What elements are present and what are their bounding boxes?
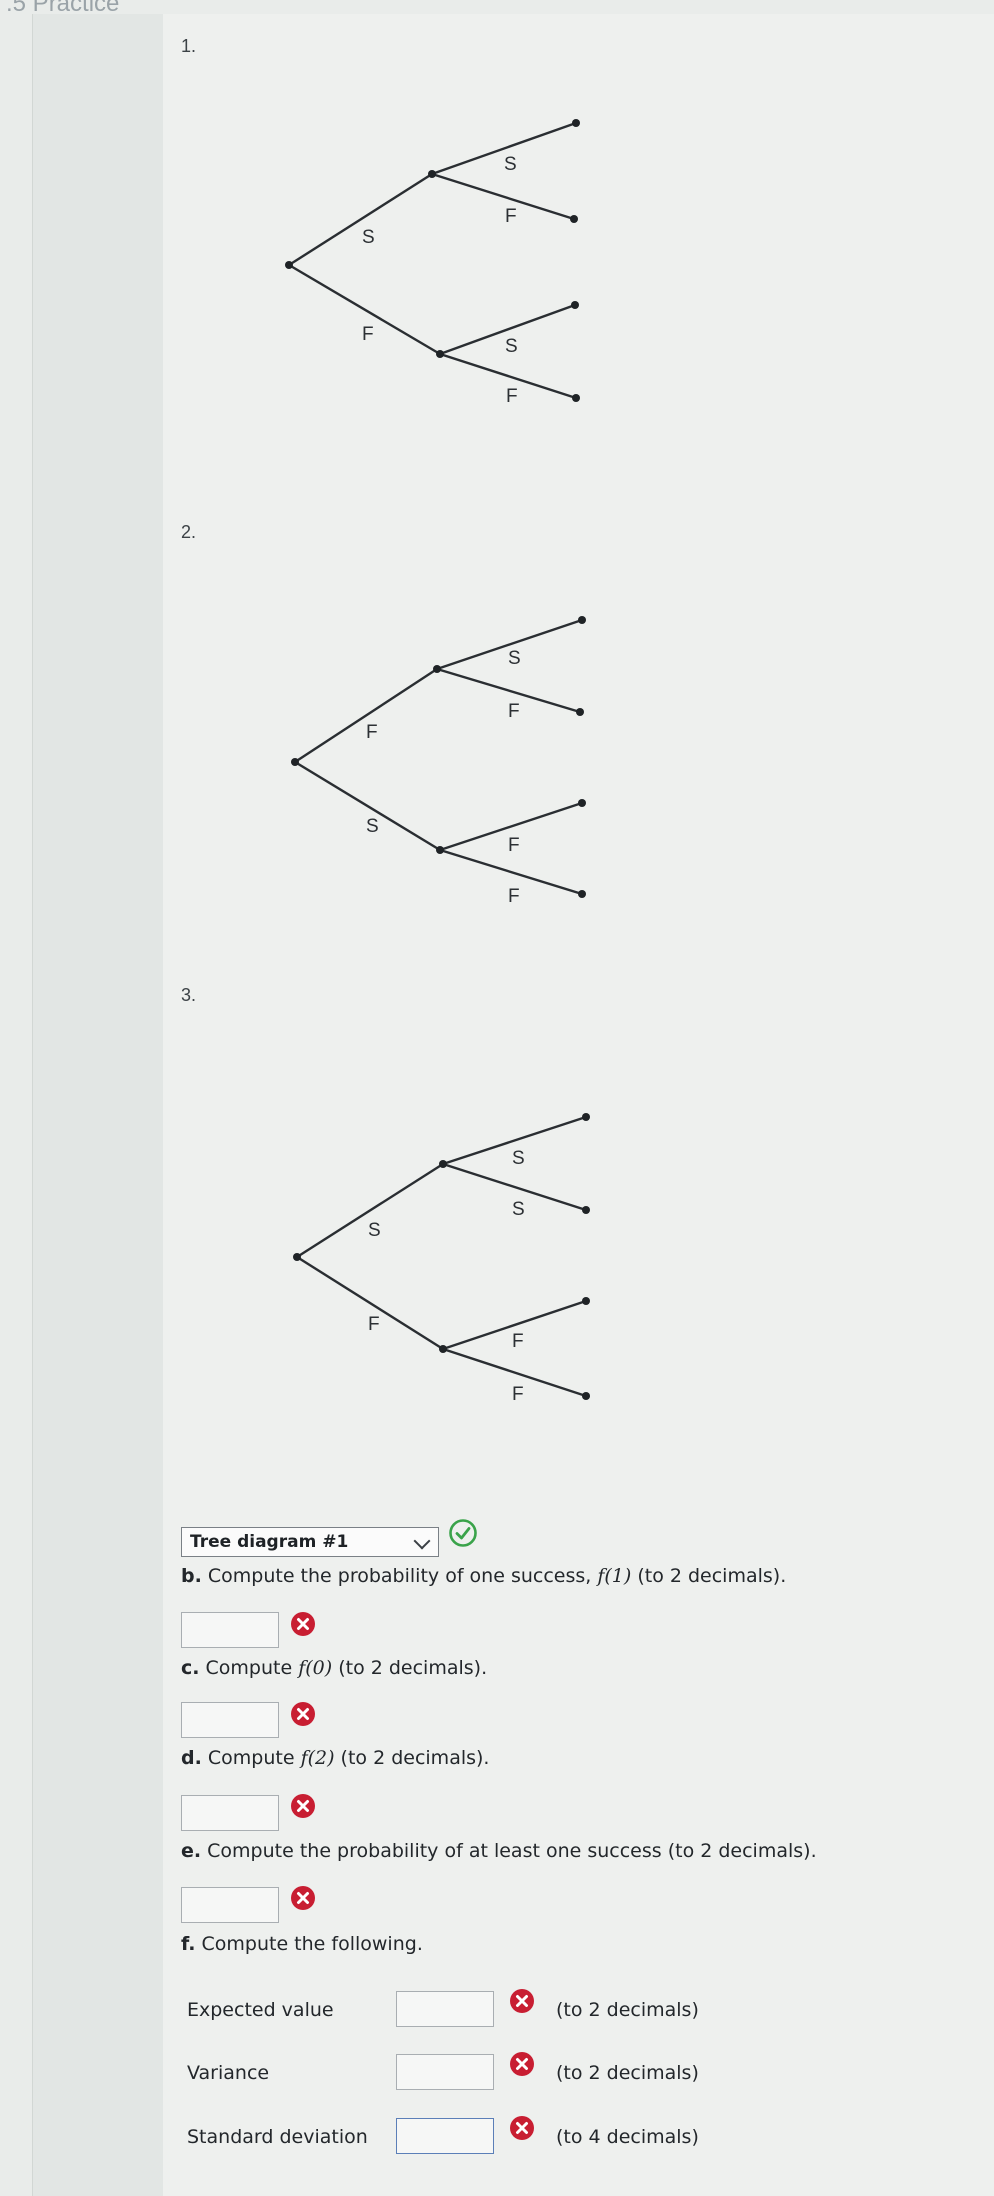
tree3-branch-label: S [512,1148,525,1169]
tree2-branch-label: S [366,816,379,837]
tree2-branch-label: F [508,886,520,907]
part-letter: b. [181,1565,202,1587]
question-text: Compute [205,1657,299,1679]
variance-input[interactable] [396,2054,494,2090]
tree1-branch-label: F [505,206,517,227]
standard-deviation-hint: (to 4 decimals) [556,2126,699,2148]
question-b: b. Compute the probability of one succes… [181,1565,786,1587]
tree3-branch-label: S [368,1220,381,1241]
tree2-branch-label: F [508,701,520,722]
tree3-branch-label: F [512,1331,524,1352]
error-icon [291,1886,315,1910]
question-text: Compute the probability of one success, [207,1565,598,1587]
answer-input-d[interactable] [181,1795,279,1831]
question-text: Compute the probability of at least one … [207,1840,817,1862]
tree-diagram-select-value: Tree diagram #1 [190,1532,349,1552]
error-icon [291,1702,315,1726]
part-letter: c. [181,1657,200,1679]
expected-value-label: Expected value [187,1999,334,2021]
error-icon [510,1989,534,2013]
error-icon [291,1794,315,1818]
expected-value-hint: (to 2 decimals) [556,1999,699,2021]
tree1-branch-label: S [362,227,375,248]
question-text: Compute [207,1747,301,1769]
variance-hint: (to 2 decimals) [556,2062,699,2084]
tree-diagram-2: F S S F F F [291,616,586,907]
question-suffix: (to 2 decimals). [332,1657,488,1679]
tree2-branch-label: F [508,835,520,856]
expected-value-input[interactable] [396,1991,494,2027]
tree-diagram-3: S F S S F F [293,1113,590,1405]
function-notation: f(1) [597,1565,632,1587]
tree2-branch-label: S [508,648,521,669]
tree-diagrams: S F S F S F F S S F F F S F S S F F [285,119,590,1405]
tree3-branch-label: F [512,1384,524,1405]
variance-label: Variance [187,2062,270,2084]
standard-deviation-label: Standard deviation [187,2126,368,2148]
question-suffix: (to 2 decimals). [631,1565,787,1587]
part-letter: e. [181,1840,202,1862]
answer-input-c[interactable] [181,1702,279,1738]
tree1-branch-label: S [504,154,517,175]
tree2-branch-label: F [366,722,378,743]
part-letter: f. [181,1933,196,1955]
answer-input-e[interactable] [181,1887,279,1923]
tree1-branch-label: S [505,336,518,357]
error-icon [291,1612,315,1636]
function-notation: f(0) [298,1657,333,1679]
check-circle-icon [449,1519,477,1547]
error-icon [510,2052,534,2076]
function-notation: f(2) [300,1747,335,1769]
part-letter: d. [181,1747,202,1769]
tree3-branch-label: F [368,1314,380,1335]
tree1-branch-label: F [362,324,374,345]
question-f: f. Compute the following. [181,1933,423,1955]
standard-deviation-input[interactable] [396,2118,494,2154]
question-e: e. Compute the probability of at least o… [181,1840,817,1862]
question-d: d. Compute f(2) (to 2 decimals). [181,1747,489,1769]
answer-input-b[interactable] [181,1612,279,1648]
question-c: c. Compute f(0) (to 2 decimals). [181,1657,487,1679]
chevron-down-icon [413,1532,431,1550]
tree3-branch-label: S [512,1199,525,1220]
tree-diagram-select[interactable]: Tree diagram #1 [181,1527,439,1557]
tree-diagram-1: S F S F S F [285,119,580,407]
tree1-branch-label: F [506,386,518,407]
error-icon [510,2116,534,2140]
question-suffix: (to 2 decimals). [334,1747,490,1769]
question-text: Compute the following. [201,1933,423,1955]
